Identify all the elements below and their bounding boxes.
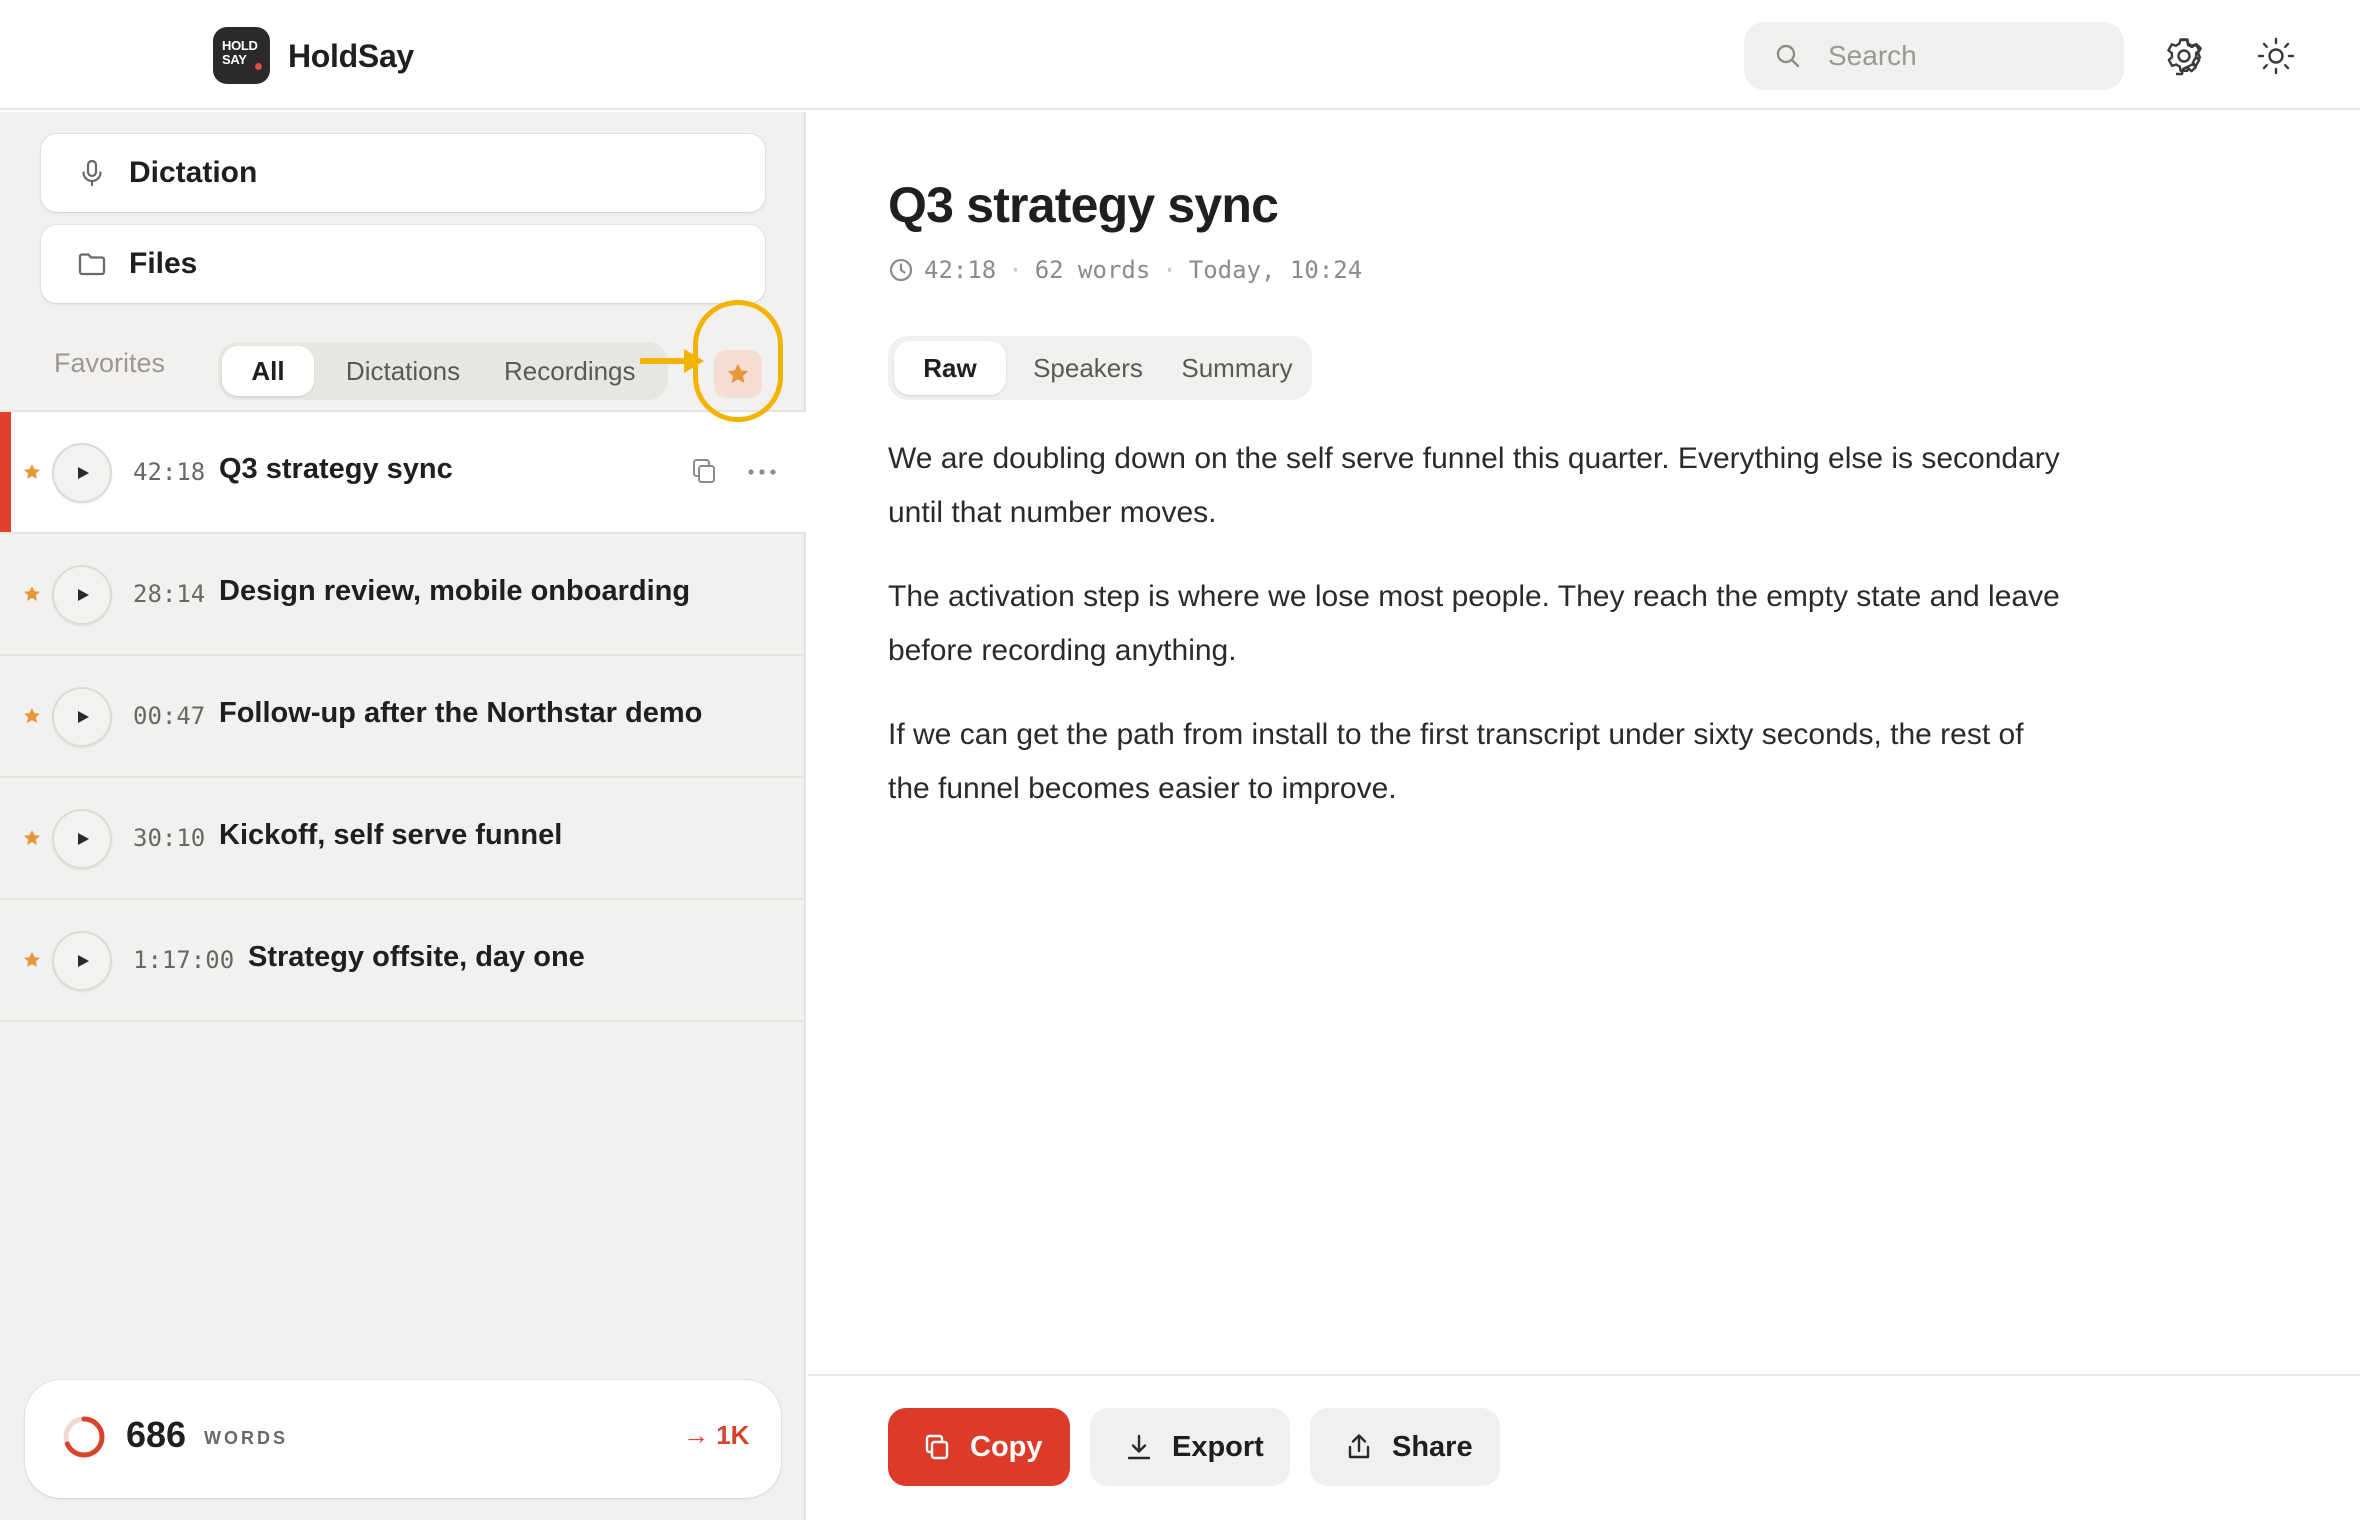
tab-speakers[interactable]: Speakers: [1020, 341, 1156, 395]
transcript-meta: 42:18 · 62 words · Today, 10:24: [888, 256, 1362, 290]
microphone-icon: [82, 159, 102, 187]
list-item[interactable]: 28:14 Design review, mobile onboarding: [0, 532, 806, 654]
transcript-panel: Q3 strategy sync 42:18 · 62 words · Today, 1…: [808, 112, 2360, 1520]
play-button[interactable]: [52, 687, 112, 747]
copy-icon: [925, 1434, 949, 1460]
star-icon[interactable]: [22, 950, 42, 970]
meta-separator: ·: [1162, 256, 1177, 284]
meta-date: Today, 10:24: [1188, 256, 1363, 284]
share-button-label: Share: [1392, 1431, 1473, 1463]
app-logo: HOLD SAY: [213, 27, 270, 84]
favorites-star-toggle[interactable]: [714, 350, 762, 398]
nav-dictation-label: Dictation: [129, 156, 258, 189]
meta-separator: ·: [1008, 256, 1023, 284]
item-duration: 30:10: [133, 824, 206, 852]
sidebar: Dictation Files Favorites All Dictations…: [0, 112, 806, 1520]
tab-raw[interactable]: Raw: [894, 341, 1006, 395]
search-icon: [1776, 44, 1800, 68]
transcript-paragraph: If we can get the path from install to t…: [888, 718, 2024, 805]
search-box[interactable]: [1744, 22, 2124, 90]
sun-icon[interactable]: [2256, 36, 2296, 76]
word-goal: → 1K: [683, 1420, 750, 1450]
play-button[interactable]: [52, 443, 112, 503]
play-button[interactable]: [52, 809, 112, 869]
view-tabs: Raw Speakers Summary: [888, 336, 1312, 400]
meta-duration: 42:18: [924, 256, 997, 284]
favorites-label: Favorites: [54, 348, 166, 378]
star-icon[interactable]: [22, 584, 42, 604]
nav-files-label: Files: [129, 247, 198, 280]
share-button[interactable]: Share: [1310, 1408, 1500, 1486]
search-input[interactable]: [1828, 22, 2108, 90]
item-title: Strategy offsite, day one: [248, 941, 585, 973]
transcript-body: We are doubling down on the self serve f…: [888, 432, 2068, 846]
nav-dictation[interactable]: Dictation: [41, 134, 765, 212]
play-button[interactable]: [52, 565, 112, 625]
item-title: Design review, mobile onboarding: [219, 575, 691, 607]
folder-icon: [78, 253, 106, 276]
clock-icon: [889, 258, 913, 282]
item-duration: 42:18: [133, 458, 206, 486]
top-bar: HOLD SAY HoldSay: [0, 0, 2360, 110]
list-item[interactable]: 00:47 Follow-up after the Northstar demo: [0, 654, 806, 776]
usage-progress-ring: [63, 1416, 105, 1458]
item-title: Kickoff, self serve funnel: [219, 819, 563, 851]
word-usage-card: 686 WORDS → 1K: [25, 1380, 781, 1498]
recording-list: 42:18 Q3 strategy sync 28:14 Design revi…: [0, 410, 806, 1022]
export-button-label: Export: [1172, 1431, 1264, 1463]
type-filter-segmented: All Dictations Recordings: [218, 342, 668, 400]
download-icon: [1127, 1434, 1151, 1460]
filter-recordings[interactable]: Recordings: [500, 346, 668, 396]
item-duration: 00:47: [133, 702, 206, 730]
list-divider: [0, 1020, 806, 1022]
play-button[interactable]: [52, 931, 112, 991]
transcript-paragraph: We are doubling down on the self serve f…: [888, 442, 2060, 529]
copy-button-label: Copy: [970, 1431, 1043, 1463]
star-icon[interactable]: [22, 828, 42, 848]
list-item[interactable]: 1:17:00 Strategy offsite, day one: [0, 898, 806, 1020]
filter-all[interactable]: All: [222, 346, 314, 396]
copy-button[interactable]: Copy: [888, 1408, 1070, 1486]
copy-icon[interactable]: [689, 456, 719, 486]
item-duration: 28:14: [133, 580, 206, 608]
star-icon: [727, 363, 749, 383]
item-title: Q3 strategy sync: [219, 453, 453, 485]
logo-text-line-1: HOLD: [222, 38, 258, 53]
tab-summary[interactable]: Summary: [1172, 341, 1302, 395]
export-button[interactable]: Export: [1090, 1408, 1290, 1486]
logo-text-line-2: SAY: [222, 52, 247, 67]
item-title: Follow-up after the Northstar demo: [219, 697, 703, 729]
page-title: Q3 strategy sync: [888, 177, 1279, 233]
share-icon: [1348, 1434, 1370, 1459]
word-count: 686: [126, 1414, 187, 1455]
action-bar: Copy Export Share: [808, 1374, 2360, 1520]
gear-icon[interactable]: [2164, 36, 2204, 76]
more-icon[interactable]: [745, 460, 779, 484]
list-item[interactable]: 42:18 Q3 strategy sync: [0, 410, 806, 532]
item-duration: 1:17:00: [133, 946, 235, 974]
filter-row: Favorites All Dictations Recordings: [0, 324, 806, 408]
app-name: HoldSay: [288, 38, 414, 74]
logo-dot: [255, 63, 262, 70]
meta-words: 62 words: [1034, 256, 1151, 284]
star-icon[interactable]: [22, 462, 42, 482]
list-item[interactable]: 30:10 Kickoff, self serve funnel: [0, 776, 806, 898]
filter-dictations[interactable]: Dictations: [328, 346, 478, 396]
transcript-paragraph: The activation step is where we lose mos…: [888, 580, 2060, 667]
star-icon[interactable]: [22, 706, 42, 726]
nav-files[interactable]: Files: [41, 225, 765, 303]
word-count-unit: WORDS: [204, 1428, 288, 1448]
